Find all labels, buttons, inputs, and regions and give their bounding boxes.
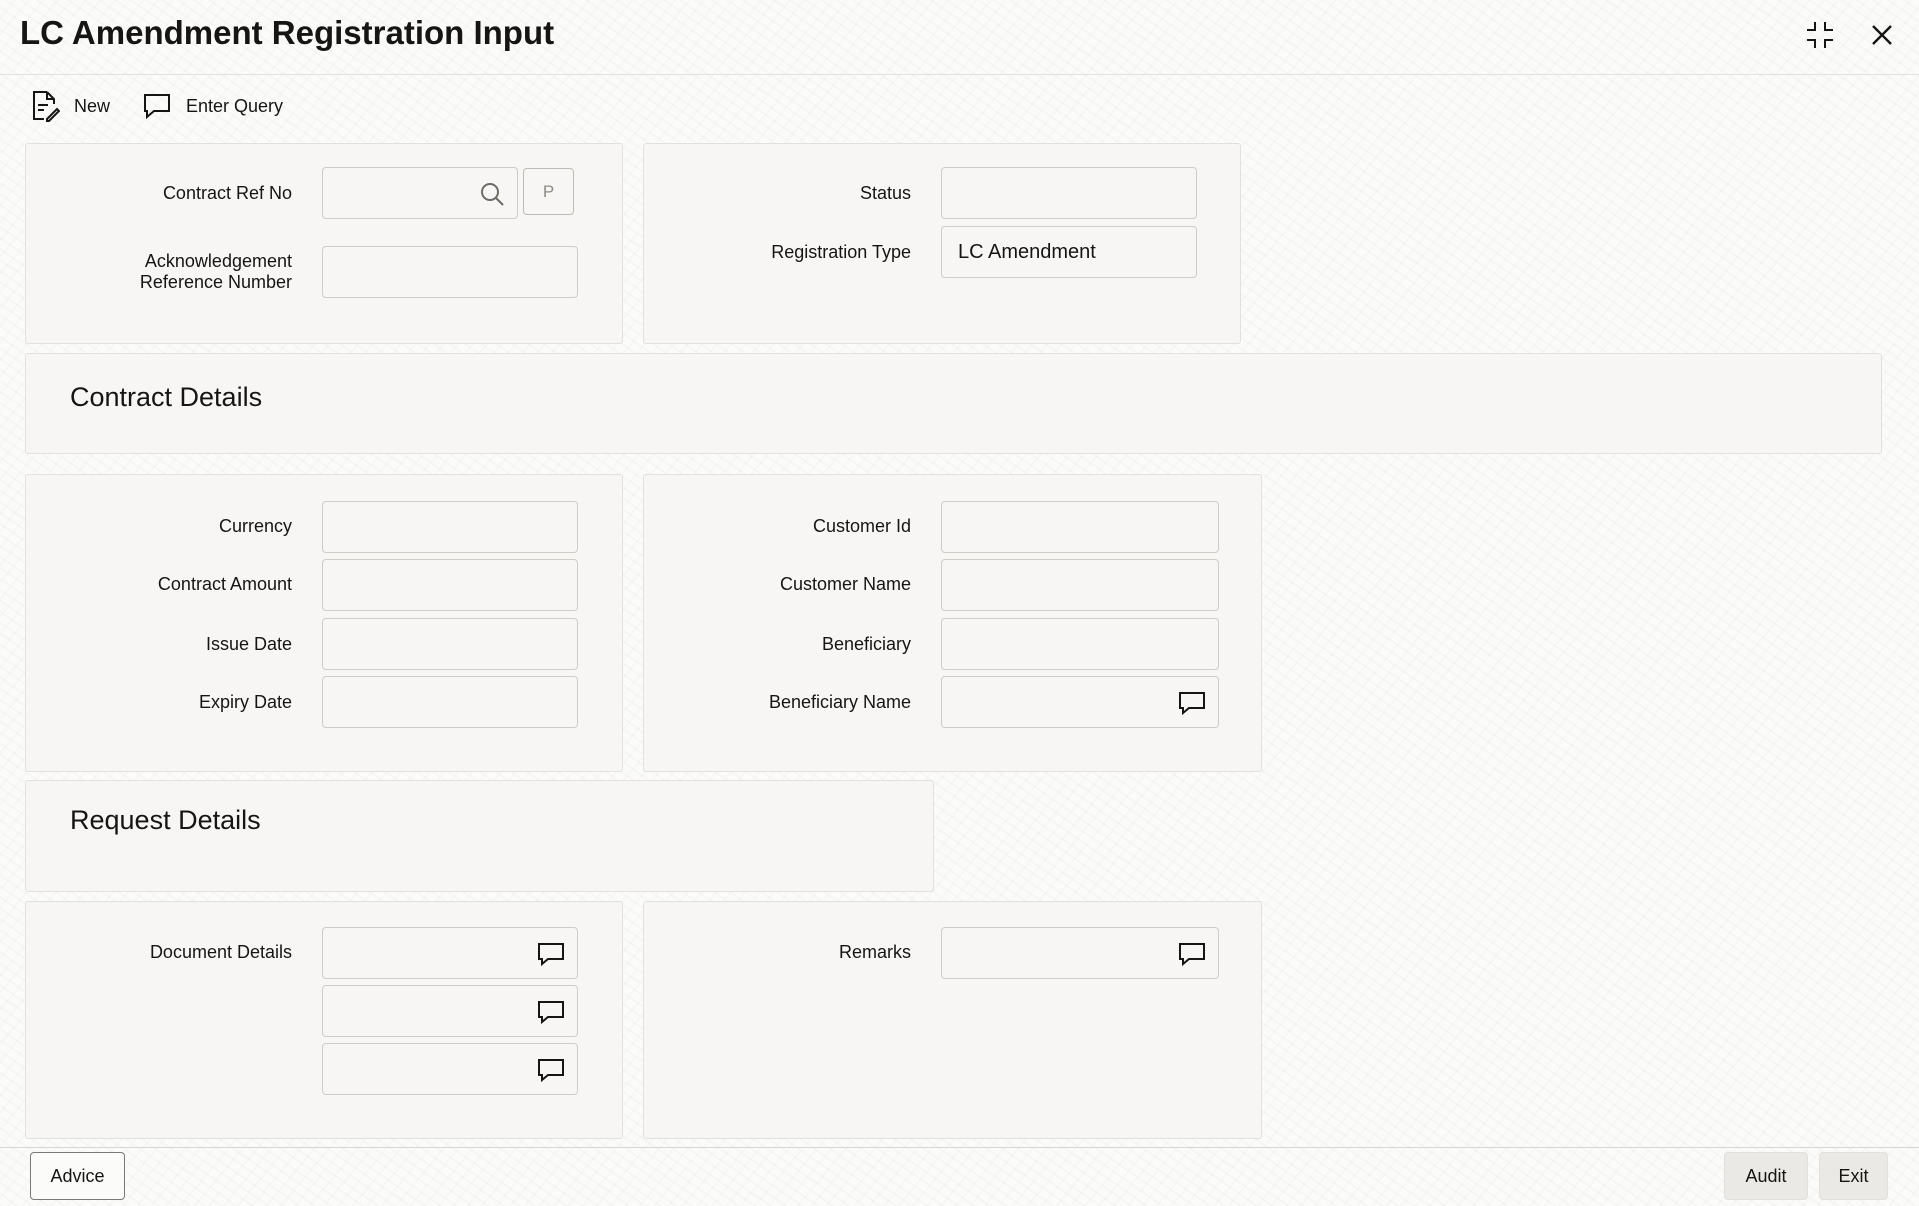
currency-input[interactable]: [322, 501, 578, 553]
close-icon[interactable]: [1865, 18, 1899, 52]
contract-details-header: Contract Details: [25, 353, 1882, 454]
customer-id-label: Customer Id: [812, 516, 911, 536]
contract-amount-input[interactable]: [322, 559, 578, 611]
status-label: Status: [859, 183, 911, 203]
ack-ref-input[interactable]: [322, 246, 578, 298]
window-controls: [1803, 18, 1899, 52]
beneficiary-name-input[interactable]: [941, 676, 1219, 728]
advice-button[interactable]: Advice: [30, 1152, 125, 1200]
search-icon[interactable]: [479, 181, 505, 213]
document-details-input-1[interactable]: [322, 927, 578, 979]
audit-button[interactable]: Audit: [1724, 1152, 1808, 1200]
enter-query-button[interactable]: Enter Query: [142, 90, 283, 122]
registration-type-input[interactable]: LC Amendment: [941, 226, 1197, 278]
new-button[interactable]: New: [30, 90, 110, 122]
p-button[interactable]: P: [523, 168, 574, 215]
expiry-date-input[interactable]: [322, 676, 578, 728]
contract-ref-label: Contract Ref No: [162, 183, 292, 203]
collapse-icon[interactable]: [1803, 18, 1837, 52]
ack-ref-label-line2: Reference Number: [139, 272, 292, 292]
document-details-label: Document Details: [149, 942, 292, 962]
registration-type-label: Registration Type: [771, 242, 911, 262]
status-input[interactable]: [941, 167, 1197, 219]
new-button-label: New: [74, 95, 111, 116]
enter-query-label: Enter Query: [186, 95, 284, 116]
footer-divider: [0, 1147, 1919, 1148]
contract-amount-label: Contract Amount: [157, 574, 292, 594]
contract-details-title: Contract Details: [70, 382, 263, 412]
ack-ref-label-line1: Acknowledgement: [144, 251, 292, 271]
speech-bubble-icon[interactable]: [537, 941, 565, 973]
issue-date-label: Issue Date: [205, 634, 292, 654]
speech-bubble-icon[interactable]: [537, 999, 565, 1031]
document-edit-icon: [30, 90, 60, 122]
expiry-date-label: Expiry Date: [198, 692, 292, 712]
speech-bubble-icon[interactable]: [1178, 690, 1206, 722]
speech-bubble-icon[interactable]: [1178, 941, 1206, 973]
toolbar: New Enter Query: [30, 90, 283, 122]
speech-bubble-icon: [142, 92, 172, 120]
customer-id-input[interactable]: [941, 501, 1219, 553]
registration-type-value: LC Amendment: [958, 240, 1096, 263]
header-divider: [0, 74, 1919, 75]
document-details-input-3[interactable]: [322, 1043, 578, 1095]
beneficiary-name-label: Beneficiary Name: [768, 692, 911, 712]
remarks-input[interactable]: [941, 927, 1219, 979]
speech-bubble-icon[interactable]: [537, 1057, 565, 1089]
beneficiary-input[interactable]: [941, 618, 1219, 670]
customer-name-label: Customer Name: [779, 574, 911, 594]
customer-name-input[interactable]: [941, 559, 1219, 611]
exit-button[interactable]: Exit: [1819, 1152, 1888, 1200]
remarks-label: Remarks: [838, 942, 911, 962]
currency-label: Currency: [218, 516, 292, 536]
contract-ref-input[interactable]: [322, 167, 518, 219]
issue-date-input[interactable]: [322, 618, 578, 670]
request-details-header: Request Details: [25, 780, 934, 892]
request-details-title: Request Details: [70, 805, 261, 835]
beneficiary-label: Beneficiary: [821, 634, 911, 654]
document-details-input-2[interactable]: [322, 985, 578, 1037]
page-title: LC Amendment Registration Input: [20, 14, 555, 51]
